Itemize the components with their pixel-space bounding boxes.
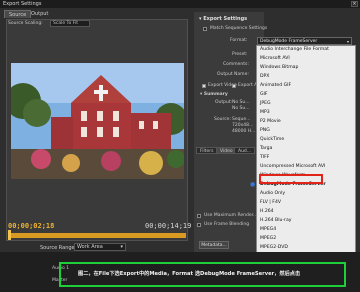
church-scene-illustration — [11, 63, 184, 179]
video-preview-image — [11, 63, 184, 179]
metadata-button[interactable]: Metadata... — [199, 241, 229, 249]
summary-label: Summary — [203, 92, 228, 97]
window-title-bar: Export Settings — [0, 0, 360, 8]
tab-source-label: Source — [9, 12, 27, 18]
window-title: Export Settings — [3, 1, 42, 7]
source-range-value: Work Area — [77, 244, 103, 250]
source-scaling-row: Source Scaling: Scale To Fit — [8, 20, 90, 27]
chevron-down-icon: ▾ — [120, 244, 123, 250]
preset-label: Preset: — [232, 52, 248, 57]
format-label: Format: — [230, 38, 248, 43]
tab-audio[interactable]: Aud... — [234, 147, 256, 154]
output-name-label: Output Name: — [217, 72, 249, 77]
summary-output-label: Output: — [215, 100, 233, 105]
summary-source-line-3: 48000 H... — [232, 129, 256, 134]
export-video-checkbox[interactable] — [202, 84, 206, 88]
playhead-handle[interactable] — [8, 230, 11, 240]
tab-filters-label: Filters — [200, 149, 214, 154]
export-settings-title: Export Settings — [203, 16, 248, 22]
source-scaling-label: Source Scaling: — [8, 21, 43, 26]
frame-blending-label: Use Frame Blending — [204, 222, 250, 227]
close-icon: × — [352, 1, 357, 7]
summary-header[interactable]: ▾ Summary — [200, 92, 228, 97]
export-audio-checkbox[interactable] — [232, 84, 236, 88]
source-scaling-value: Scale To Fit — [53, 21, 78, 26]
selected-format-highlight — [259, 174, 323, 184]
tab-video-label: Video — [220, 149, 233, 154]
frame-blending-checkbox[interactable] — [197, 223, 201, 227]
current-time: 00;00;02;18 — [8, 222, 55, 230]
tab-filters[interactable]: Filters — [196, 147, 218, 154]
selected-bullet-icon: ● — [250, 181, 256, 188]
max-render-checkbox[interactable] — [197, 214, 201, 218]
metadata-button-label: Metadata... — [201, 243, 227, 248]
source-range-select[interactable]: Work Area ▾ — [74, 243, 126, 251]
timeline-bar[interactable] — [8, 233, 186, 238]
duration-time: 00;00;14;19 — [145, 222, 192, 230]
tab-audio-label: Aud... — [238, 149, 252, 154]
tab-output-label: Output — [31, 11, 49, 17]
chevron-down-icon: ▾ — [346, 39, 349, 44]
summary-source-line-1: Seque... — [232, 117, 251, 122]
export-settings-header[interactable]: ▾ Export Settings — [199, 16, 247, 22]
match-sequence-label: Match Sequence Settings — [210, 26, 268, 31]
match-sequence-checkbox[interactable] — [203, 27, 207, 31]
close-button[interactable]: × — [351, 1, 358, 7]
tab-output[interactable]: Output — [27, 10, 52, 18]
summary-output-line-2: No Su... — [232, 106, 250, 111]
summary-source-label: Source: — [214, 117, 231, 122]
source-range-label: Source Range: — [40, 245, 77, 251]
comments-label: Comments: — [223, 62, 249, 67]
max-render-label: Use Maximum Render... — [204, 213, 258, 218]
format-value: DebugMode FrameServer — [260, 39, 318, 44]
summary-output-line-1: No Su... — [232, 100, 250, 105]
format-select[interactable]: DebugMode FrameServer ▾ — [257, 37, 352, 45]
source-scaling-select[interactable]: Scale To Fit — [50, 20, 90, 27]
annotation-text: 图二，在File下选Export中的Media，Format 选DebugMod… — [78, 271, 301, 277]
summary-source-line-2: 720x48... — [232, 123, 254, 128]
